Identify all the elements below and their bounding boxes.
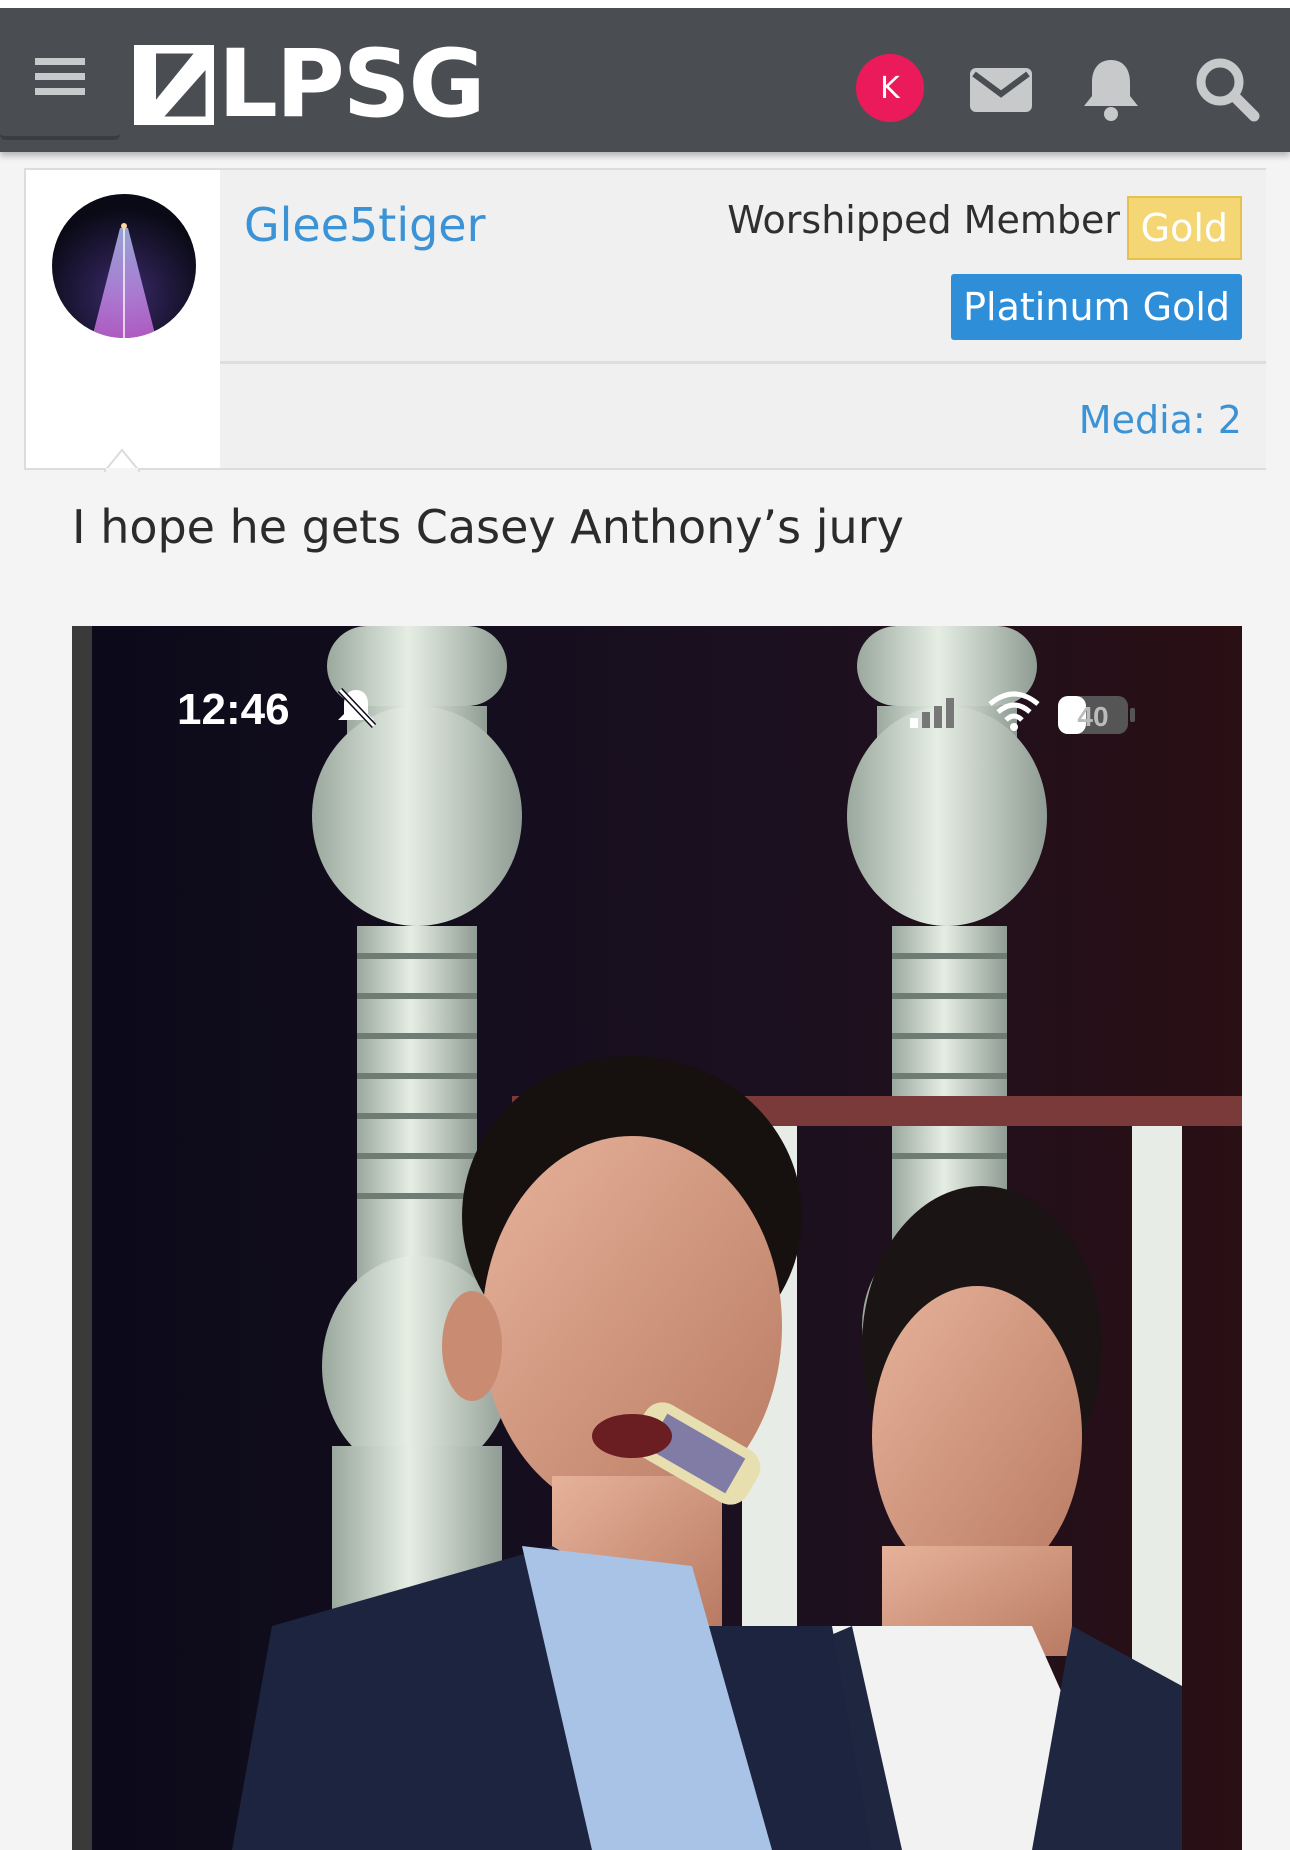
bell-icon (1084, 60, 1138, 121)
author-info: Glee5tiger Worshipped Member Gold Platin… (220, 170, 1266, 468)
avatar-column (26, 170, 220, 468)
message-pointer (104, 448, 140, 472)
post-author-card: Glee5tiger Worshipped Member Gold Platin… (24, 168, 1266, 470)
top-navigation-bar: LPSG K (0, 0, 1290, 152)
logo-text: LPSG (218, 30, 486, 139)
gold-badge: Gold (1126, 196, 1242, 260)
logo-icon (134, 45, 214, 125)
media-count-link[interactable]: Media: 2 (1079, 398, 1242, 442)
envelope-icon (970, 68, 1032, 112)
site-logo[interactable]: LPSG (134, 30, 486, 139)
account-initial: K (880, 70, 900, 106)
platinum-gold-badge: Platinum Gold (951, 274, 1242, 340)
battery-icon: 40 (1058, 696, 1135, 734)
account-avatar-button[interactable]: K (856, 54, 924, 122)
battery-level: 40 (1077, 701, 1108, 732)
status-time: 12:46 (177, 685, 290, 734)
inbox-button[interactable] (966, 54, 1036, 124)
user-title: Worshipped Member (727, 198, 1120, 242)
search-button[interactable] (1192, 54, 1262, 124)
user-avatar[interactable] (52, 194, 196, 338)
post-message: I hope he gets Casey Anthony’s jury (72, 500, 904, 554)
search-icon (1196, 58, 1260, 122)
author-info-top: Glee5tiger Worshipped Member Gold Platin… (220, 170, 1266, 364)
username-link[interactable]: Glee5tiger (244, 198, 486, 252)
menu-icon (35, 58, 85, 95)
attachment-photo: 12:46 40 (72, 626, 1242, 1850)
post-attachment-image[interactable]: 12:46 40 (72, 626, 1242, 1850)
alerts-button[interactable] (1076, 54, 1146, 124)
menu-button[interactable] (0, 16, 120, 140)
avatar-image (52, 194, 196, 338)
